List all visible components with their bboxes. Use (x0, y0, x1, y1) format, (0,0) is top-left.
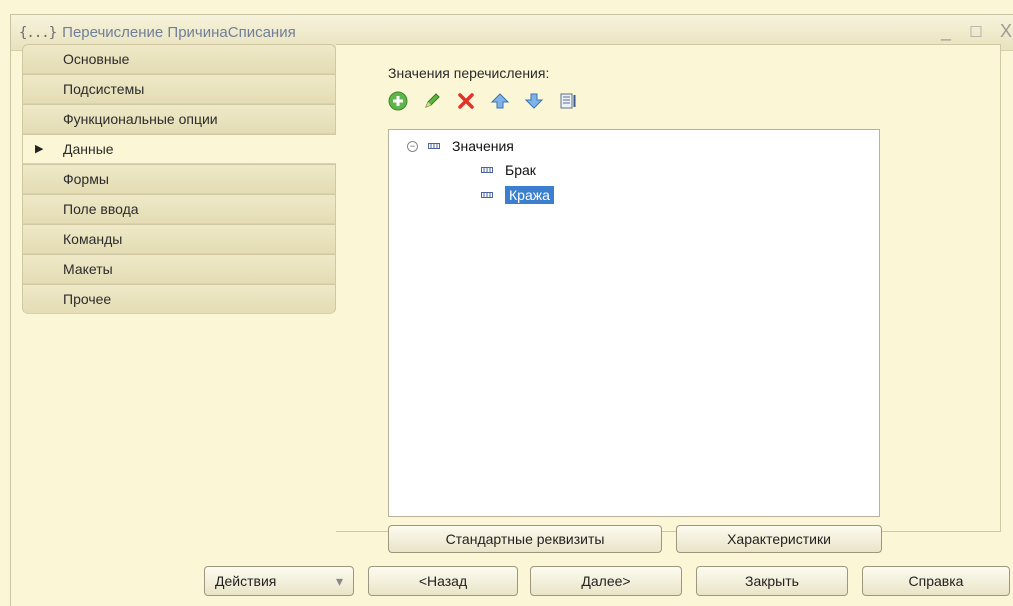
characteristics-button[interactable]: Характеристики (676, 525, 882, 553)
dropdown-arrow-icon: ▾ (335, 573, 343, 589)
close-button[interactable]: Закрыть (696, 566, 848, 596)
sort-list-icon[interactable] (558, 91, 578, 111)
move-down-icon[interactable] (524, 91, 544, 111)
values-toolbar (388, 91, 578, 111)
tab-osnovnye[interactable]: Основные (22, 44, 336, 74)
tab-label: Команды (63, 231, 123, 247)
tree-root-row[interactable]: − Значения (407, 138, 514, 154)
move-up-icon[interactable] (490, 91, 510, 111)
help-button[interactable]: Справка (862, 566, 1010, 596)
add-icon[interactable] (388, 91, 408, 111)
window-title: Перечисление ПричинаСписания (62, 24, 296, 41)
actions-label: Действия (215, 573, 277, 589)
tab-dannye[interactable]: ▶ Данные (22, 134, 336, 164)
back-button[interactable]: <Назад (368, 566, 518, 596)
tree-root-label: Значения (452, 138, 514, 154)
tree-item-label: Брак (505, 162, 536, 178)
tab-formy[interactable]: Формы (22, 164, 336, 194)
tab-label: Прочее (63, 291, 112, 307)
tab-prochee[interactable]: Прочее (22, 284, 336, 314)
active-tab-arrow-icon: ▶ (35, 143, 44, 155)
tab-makety[interactable]: Макеты (22, 254, 336, 284)
enum-values-label: Значения перечисления: (388, 65, 550, 81)
actions-button[interactable]: Действия ▾ (204, 566, 354, 596)
enum-window-icon: {...} (19, 24, 57, 41)
tab-podsistemy[interactable]: Подсистемы (22, 74, 336, 104)
tab-komandy[interactable]: Команды (22, 224, 336, 254)
tab-label: Данные (63, 141, 114, 157)
tree-item-krazha[interactable]: Кража (481, 186, 554, 204)
delete-icon[interactable] (456, 91, 476, 111)
tab-label: Подсистемы (63, 81, 145, 97)
enum-values-tree[interactable]: − Значения Брак Кража (388, 129, 880, 517)
tab-label: Макеты (63, 261, 113, 277)
minimize-button[interactable]: _ (938, 21, 954, 42)
edit-icon[interactable] (422, 91, 442, 111)
tab-pole-vvoda[interactable]: Поле ввода (22, 194, 336, 224)
collapse-icon[interactable]: − (407, 140, 418, 152)
tab-funkcionalnye-opcii[interactable]: Функциональные опции (22, 104, 336, 134)
tab-label: Функциональные опции (63, 111, 218, 127)
maximize-button[interactable]: □ (968, 21, 984, 42)
tab-label: Формы (63, 171, 109, 187)
enum-value-icon (428, 143, 440, 149)
enum-value-icon (481, 192, 493, 198)
next-button[interactable]: Далее> (530, 566, 682, 596)
tree-item-brak[interactable]: Брак (481, 162, 536, 178)
data-tab-panel: Значения перечисления: − Значения Брак К… (336, 44, 1001, 553)
close-window-button[interactable]: X (998, 21, 1013, 42)
section-tabs: Основные Подсистемы Функциональные опции… (22, 44, 336, 314)
enum-value-icon (481, 167, 493, 173)
standard-attributes-button[interactable]: Стандартные реквизиты (388, 525, 662, 553)
tree-item-label-selected: Кража (505, 186, 554, 204)
tab-label: Основные (63, 51, 130, 67)
window-controls: _ □ X (938, 21, 1013, 42)
tab-label: Поле ввода (63, 201, 139, 217)
